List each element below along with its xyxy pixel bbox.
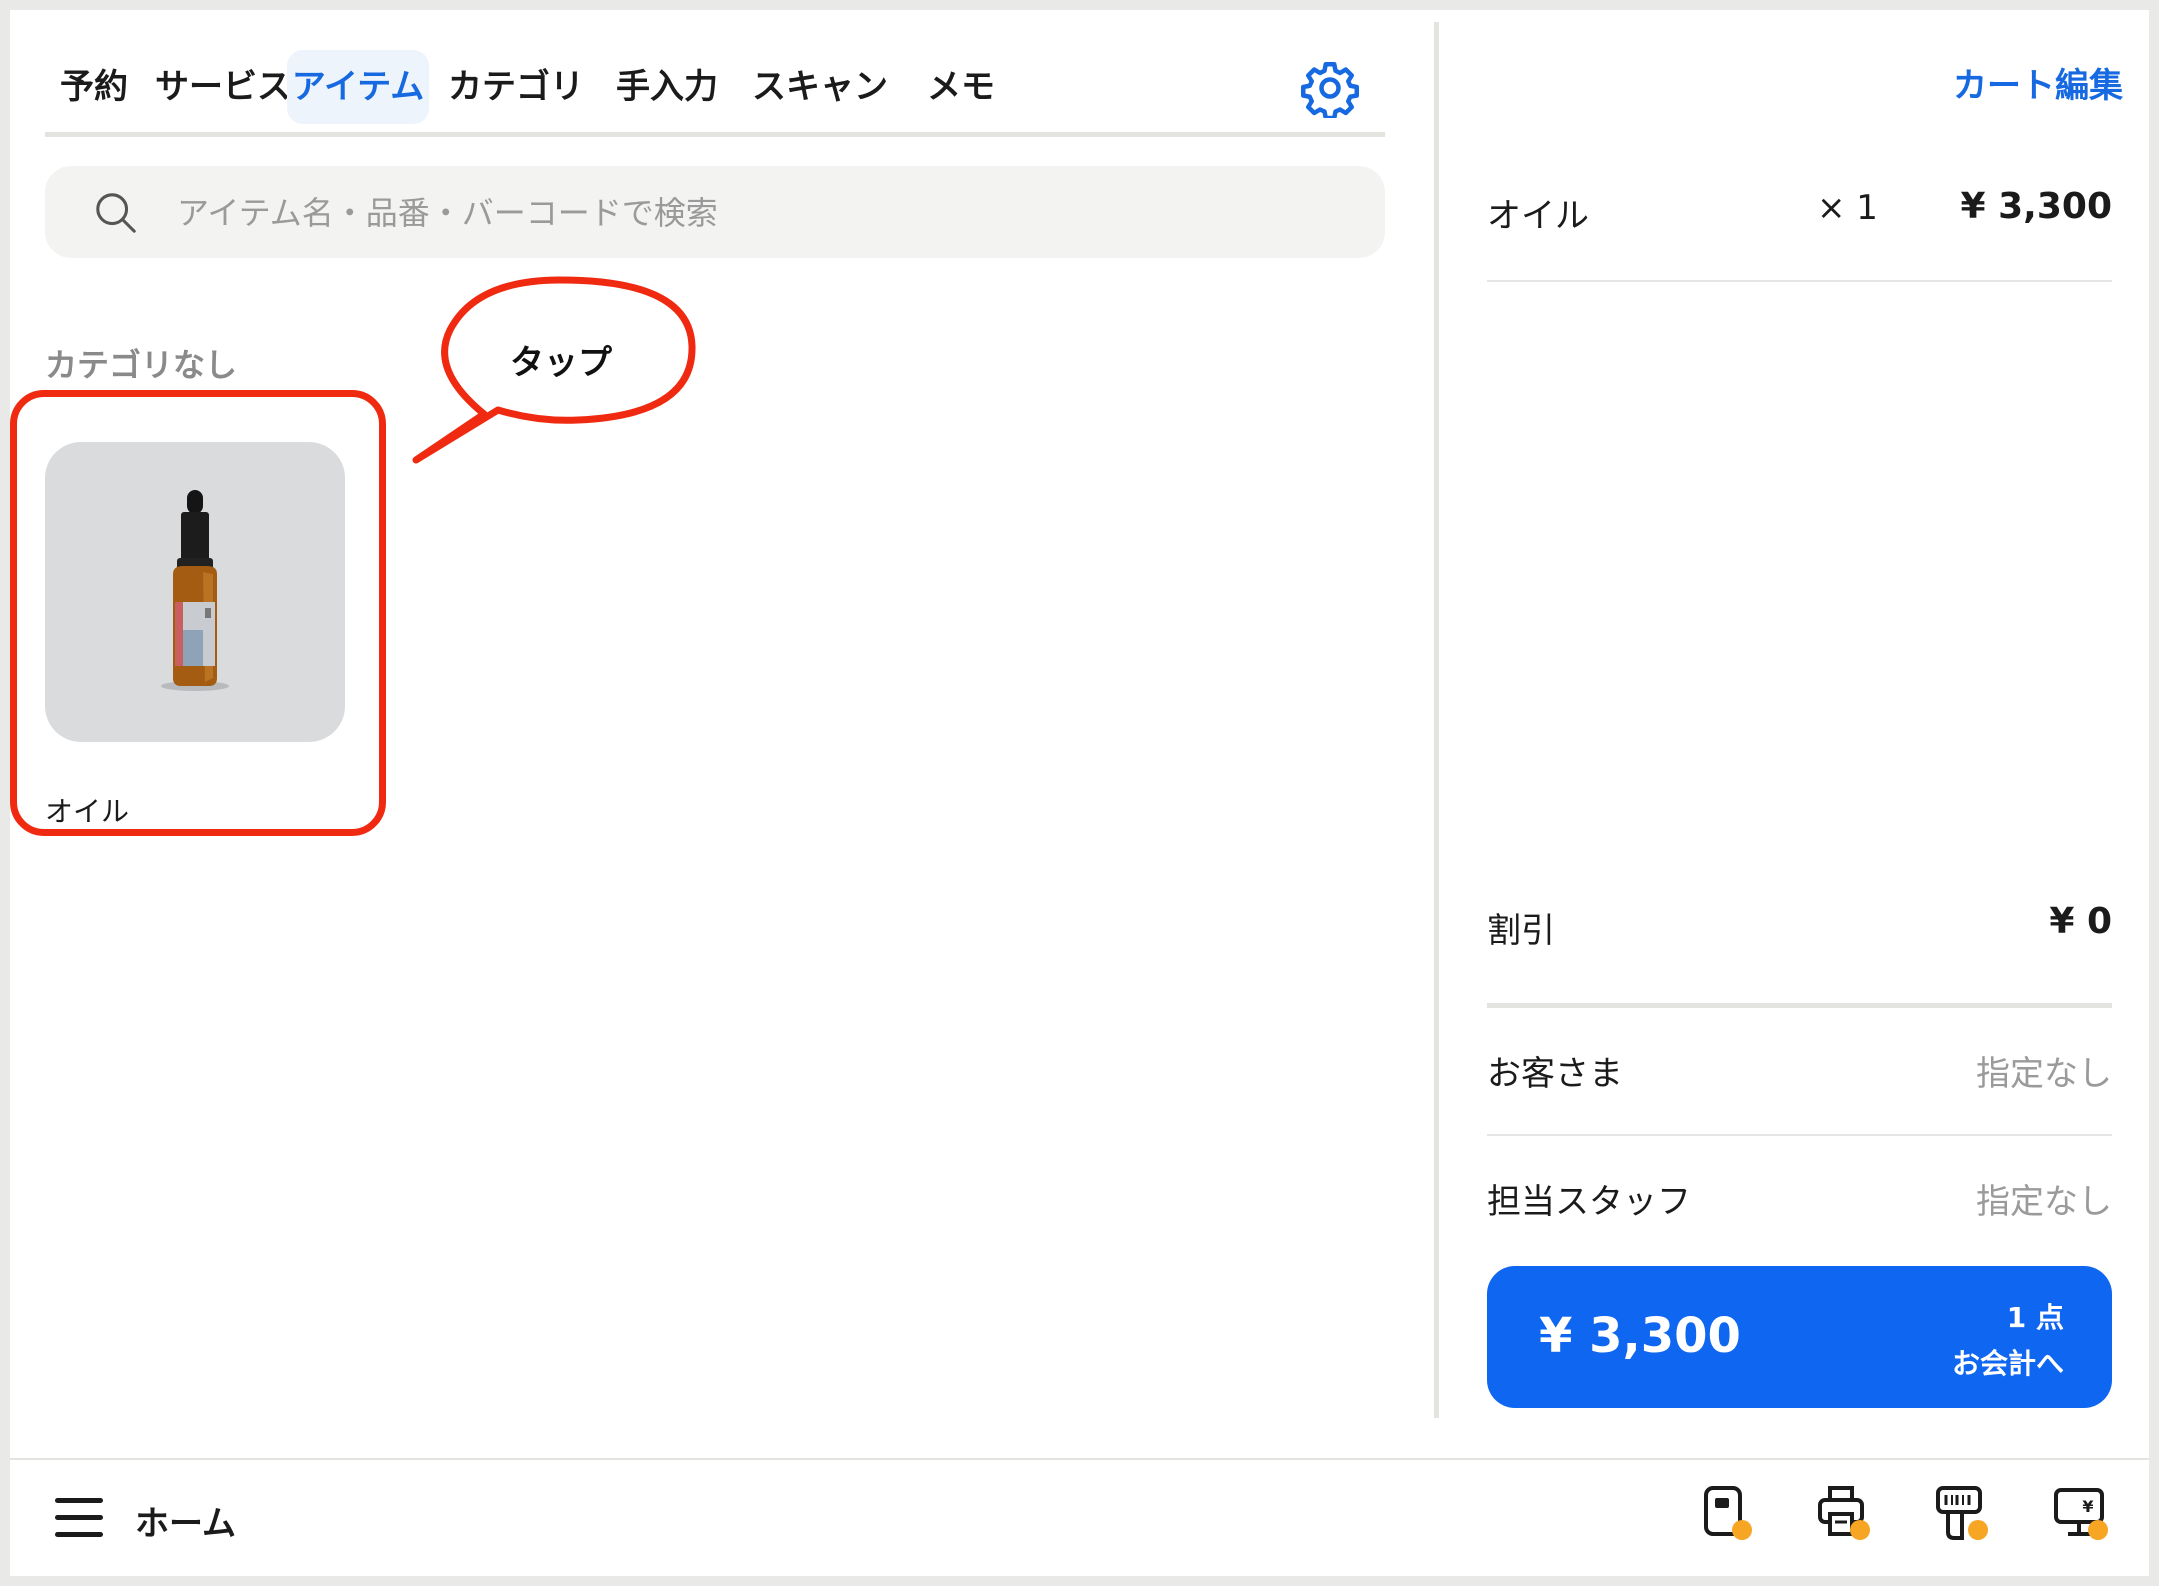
search-icon bbox=[96, 193, 136, 233]
menu-icon[interactable] bbox=[55, 1496, 103, 1540]
tab-item[interactable]: アイテム bbox=[287, 50, 429, 124]
barcode-scanner-icon[interactable] bbox=[1934, 1484, 1996, 1546]
search-input[interactable] bbox=[175, 182, 1359, 244]
cart-line-item[interactable]: オイル × 1 ¥ 3,300 bbox=[1487, 170, 2112, 282]
checkout-label: お会計へ bbox=[1951, 1347, 2064, 1380]
item-selection-pane: 予約 サービス アイテム カテゴリ 手入力 スキャン メモ カテゴリなし bbox=[10, 10, 1435, 1458]
home-label[interactable]: ホーム bbox=[135, 1496, 236, 1545]
checkout-item-count: 1 点 bbox=[2006, 1301, 2064, 1334]
tab-reservation[interactable]: 予約 bbox=[45, 50, 143, 124]
cart-item-price: ¥ 3,300 bbox=[1960, 186, 2112, 227]
tab-manual-entry[interactable]: 手入力 bbox=[607, 50, 727, 124]
discount-row[interactable]: 割引 ¥ 0 bbox=[1487, 885, 2112, 1008]
bottom-bar: ホーム ¥ bbox=[10, 1458, 2149, 1576]
tab-memo[interactable]: メモ bbox=[911, 50, 1011, 124]
search-bar bbox=[45, 166, 1385, 258]
tap-highlight-frame bbox=[10, 390, 386, 836]
tab-bar: 予約 サービス アイテム カテゴリ 手入力 スキャン メモ bbox=[45, 40, 1385, 137]
staff-value: 指定なし bbox=[1976, 1182, 2112, 1222]
checkout-button[interactable]: ¥ 3,300 1 点 お会計へ bbox=[1487, 1266, 2112, 1408]
staff-label: 担当スタッフ bbox=[1487, 1182, 1691, 1222]
customer-value: 指定なし bbox=[1976, 1054, 2112, 1094]
checkout-total: ¥ 3,300 bbox=[1539, 1308, 1741, 1364]
discount-label: 割引 bbox=[1487, 911, 1555, 951]
tap-callout-label: タップ bbox=[510, 343, 612, 383]
cart-item-quantity: × 1 bbox=[1817, 188, 1878, 228]
pos-app: 予約 サービス アイテム カテゴリ 手入力 スキャン メモ カテゴリなし bbox=[10, 10, 2149, 1576]
cart-pane: カート編集 オイル × 1 ¥ 3,300 割引 ¥ 0 お客さま 指定なし 担… bbox=[1439, 10, 2149, 1458]
customer-row[interactable]: お客さま 指定なし bbox=[1487, 1008, 2112, 1136]
settings-gear-icon[interactable] bbox=[1300, 58, 1360, 118]
edit-cart-button[interactable]: カート編集 bbox=[1953, 58, 2123, 107]
printer-icon[interactable] bbox=[1816, 1484, 1878, 1546]
cart-item-name: オイル bbox=[1487, 196, 1589, 236]
tab-scan[interactable]: スキャン bbox=[745, 50, 895, 124]
tab-category[interactable]: カテゴリ bbox=[441, 50, 591, 124]
tab-service[interactable]: サービス bbox=[149, 50, 297, 124]
svg-text:¥: ¥ bbox=[2082, 1497, 2093, 1516]
section-title: カテゴリなし bbox=[45, 346, 238, 384]
discount-value: ¥ 0 bbox=[2049, 901, 2112, 942]
customer-display-icon[interactable]: ¥ bbox=[2052, 1484, 2114, 1546]
staff-row[interactable]: 担当スタッフ 指定なし bbox=[1487, 1136, 2112, 1262]
customer-label: お客さま bbox=[1487, 1054, 1623, 1094]
card-reader-icon[interactable] bbox=[1698, 1484, 1760, 1546]
